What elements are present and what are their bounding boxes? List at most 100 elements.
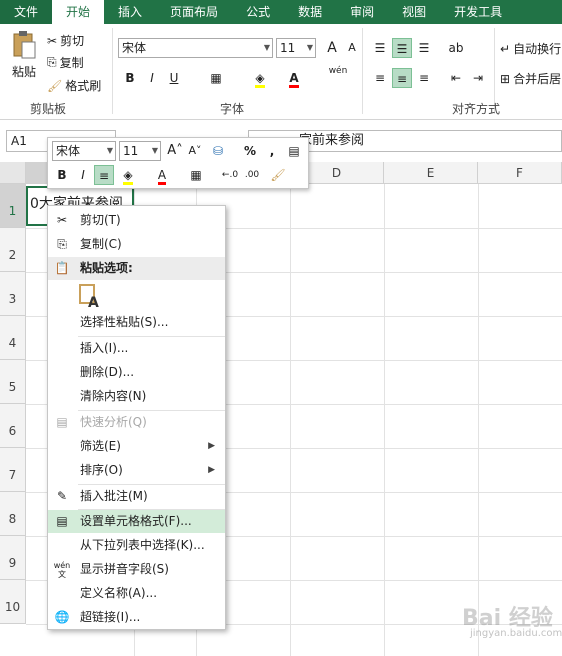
mini-font-color-button[interactable]: A (152, 165, 172, 185)
merge-center-button[interactable]: ⊞ 合并后居 (500, 70, 561, 87)
menu-item-sort[interactable]: 排序(O) ▶ (48, 459, 225, 482)
menu-item-phonetic[interactable]: wén 文显示拼音字段(S) (48, 558, 225, 581)
menu-item-label: 显示拼音字段(S) (80, 562, 169, 576)
paste-option-button[interactable]: A (78, 283, 102, 311)
mini-toolbar: 宋体 ▼ 11 ▼ A˄ A˅ ⛁ % , ▤ B I ≡ ◈ A ▦ ←.0 .0… (47, 137, 309, 189)
menu-item-insert-comment[interactable]: ✎ 插入批注(M) (48, 485, 225, 508)
align-top-button[interactable]: ☰ (370, 38, 390, 58)
increase-decimal-icon: ←.0 (221, 170, 239, 180)
mini-center-button[interactable]: ≡ (94, 165, 114, 185)
copy-button[interactable]: ⎘ 复制 (47, 54, 84, 71)
menu-item-label: 超链接(I)... (80, 610, 141, 624)
mini-font-size-combo[interactable]: 11 ▼ (119, 141, 161, 161)
mini-comma-button[interactable]: , (262, 141, 282, 161)
tab-review[interactable]: 审阅 (336, 0, 388, 24)
menu-item-format-cells[interactable]: ▤ 设置单元格格式(F)... (48, 510, 225, 533)
tab-developer[interactable]: 开发工具 (440, 0, 516, 24)
row-header-10[interactable]: 10 (0, 580, 26, 624)
align-top-icon: ☰ (374, 41, 386, 55)
mini-grow-font-button[interactable]: A˄ (165, 141, 185, 161)
font-name-combo[interactable]: 宋体 ▼ (118, 38, 273, 58)
row-header-8[interactable]: 8 (0, 492, 26, 536)
mini-decrease-decimal-button[interactable]: .00 (242, 165, 262, 185)
mini-number-format-button[interactable]: ⛁ (208, 141, 228, 161)
divider (112, 28, 113, 114)
mini-italic-button[interactable]: I (73, 165, 93, 185)
clipboard-icon (13, 31, 36, 59)
menu-item-delete[interactable]: 删除(D)... (48, 361, 225, 384)
menu-item-paste-special[interactable]: 选择性粘贴(S)... (48, 311, 225, 334)
align-center-icon: ≡ (396, 72, 408, 86)
align-left-icon: ≡ (374, 71, 386, 85)
mini-bold-button[interactable]: B (52, 165, 72, 185)
align-center-button[interactable]: ≡ (392, 68, 412, 88)
align-bottom-icon: ☰ (418, 41, 430, 55)
menu-item-insert[interactable]: 插入(I)... (48, 337, 225, 360)
italic-button[interactable]: I (142, 68, 162, 88)
merge-icon: ⊞ (500, 71, 511, 86)
menu-item-define-name[interactable]: 定义名称(A)... (48, 582, 225, 605)
mini-font-name-value: 宋体 (56, 144, 81, 158)
menu-item-pick-from-list[interactable]: 从下拉列表中选择(K)... (48, 534, 225, 557)
row-header-1[interactable]: 1 (0, 184, 26, 228)
tab-insert[interactable]: 插入 (104, 0, 156, 24)
align-right-button[interactable]: ≡ (414, 68, 434, 88)
cut-button[interactable]: ✂ 剪切 (47, 32, 84, 49)
font-size-combo[interactable]: 11 ▼ (276, 38, 316, 58)
align-left-button[interactable]: ≡ (370, 68, 390, 88)
chevron-down-icon: ▼ (306, 43, 313, 52)
tab-page-layout[interactable]: 页面布局 (156, 0, 232, 24)
row-header-7[interactable]: 7 (0, 448, 26, 492)
row-header-4[interactable]: 4 (0, 316, 26, 360)
menu-item-clear-contents[interactable]: 清除内容(N) (48, 385, 225, 408)
row-header-9[interactable]: 9 (0, 536, 26, 580)
fill-color-button[interactable]: ◈ (250, 68, 270, 88)
mini-border-button[interactable]: ▦ (186, 165, 206, 185)
mini-format-table-button[interactable]: ▤ (284, 141, 304, 161)
table-icon: ▤ (288, 144, 300, 158)
mini-percent-button[interactable]: % (240, 141, 260, 161)
phonetic-button[interactable]: wén (328, 66, 348, 86)
shrink-font-button[interactable]: A (342, 38, 362, 58)
menu-item-hyperlink[interactable]: 🌐 超链接(I)... (48, 606, 225, 629)
paste-options-header: 📋 粘贴选项: (48, 257, 225, 280)
row-header-6[interactable]: 6 (0, 404, 26, 448)
clipboard-group-label: 剪贴板 (30, 102, 67, 116)
tab-home[interactable]: 开始 (52, 0, 105, 24)
ribbon-tabs: 文件 开始 插入 页面布局 公式 数据 审阅 视图 开发工具 (0, 0, 562, 24)
border-button[interactable]: ▦ (206, 68, 226, 88)
column-header-e[interactable]: E (384, 162, 478, 184)
submenu-arrow-icon: ▶ (208, 465, 215, 475)
align-bottom-button[interactable]: ☰ (414, 38, 434, 58)
menu-item-label: 设置单元格格式(F)... (80, 514, 192, 528)
tab-file[interactable]: 文件 (0, 0, 53, 24)
decrease-indent-button[interactable]: ⇤ (446, 68, 466, 88)
row-header-3[interactable]: 3 (0, 272, 26, 316)
mini-fill-color-button[interactable]: ◈ (118, 165, 138, 185)
increase-indent-button[interactable]: ⇥ (468, 68, 488, 88)
mini-shrink-font-button[interactable]: A˅ (185, 141, 205, 161)
tab-view[interactable]: 视图 (388, 0, 440, 24)
row-header-5[interactable]: 5 (0, 360, 26, 404)
gridline (384, 184, 385, 656)
align-middle-button[interactable]: ☰ (392, 38, 412, 58)
font-color-button[interactable]: A (284, 68, 304, 88)
paste-button[interactable]: 粘贴 (8, 30, 40, 80)
bold-button[interactable]: B (120, 68, 140, 88)
orientation-button[interactable]: ab (446, 38, 466, 58)
mini-increase-decimal-button[interactable]: ←.0 (220, 165, 240, 185)
wrap-text-button[interactable]: ↵ 自动换行 (500, 40, 561, 57)
column-header-f[interactable]: F (478, 162, 562, 184)
tab-formulas[interactable]: 公式 (232, 0, 284, 24)
menu-item-copy[interactable]: ⎘ 复制(C) (48, 233, 225, 256)
mini-font-name-combo[interactable]: 宋体 ▼ (52, 141, 116, 161)
tab-data[interactable]: 数据 (284, 0, 336, 24)
format-painter-button[interactable]: 🖌 格式刷 (47, 77, 101, 94)
mini-format-painter-button[interactable]: 🖌 (268, 165, 288, 185)
row-header-2[interactable]: 2 (0, 228, 26, 272)
menu-item-cut[interactable]: ✂ 剪切(T) (48, 209, 225, 232)
underline-button[interactable]: U (164, 68, 184, 88)
grow-font-button[interactable]: A (322, 38, 342, 58)
menu-item-filter[interactable]: 筛选(E) ▶ (48, 435, 225, 458)
select-all-corner[interactable] (0, 162, 26, 184)
